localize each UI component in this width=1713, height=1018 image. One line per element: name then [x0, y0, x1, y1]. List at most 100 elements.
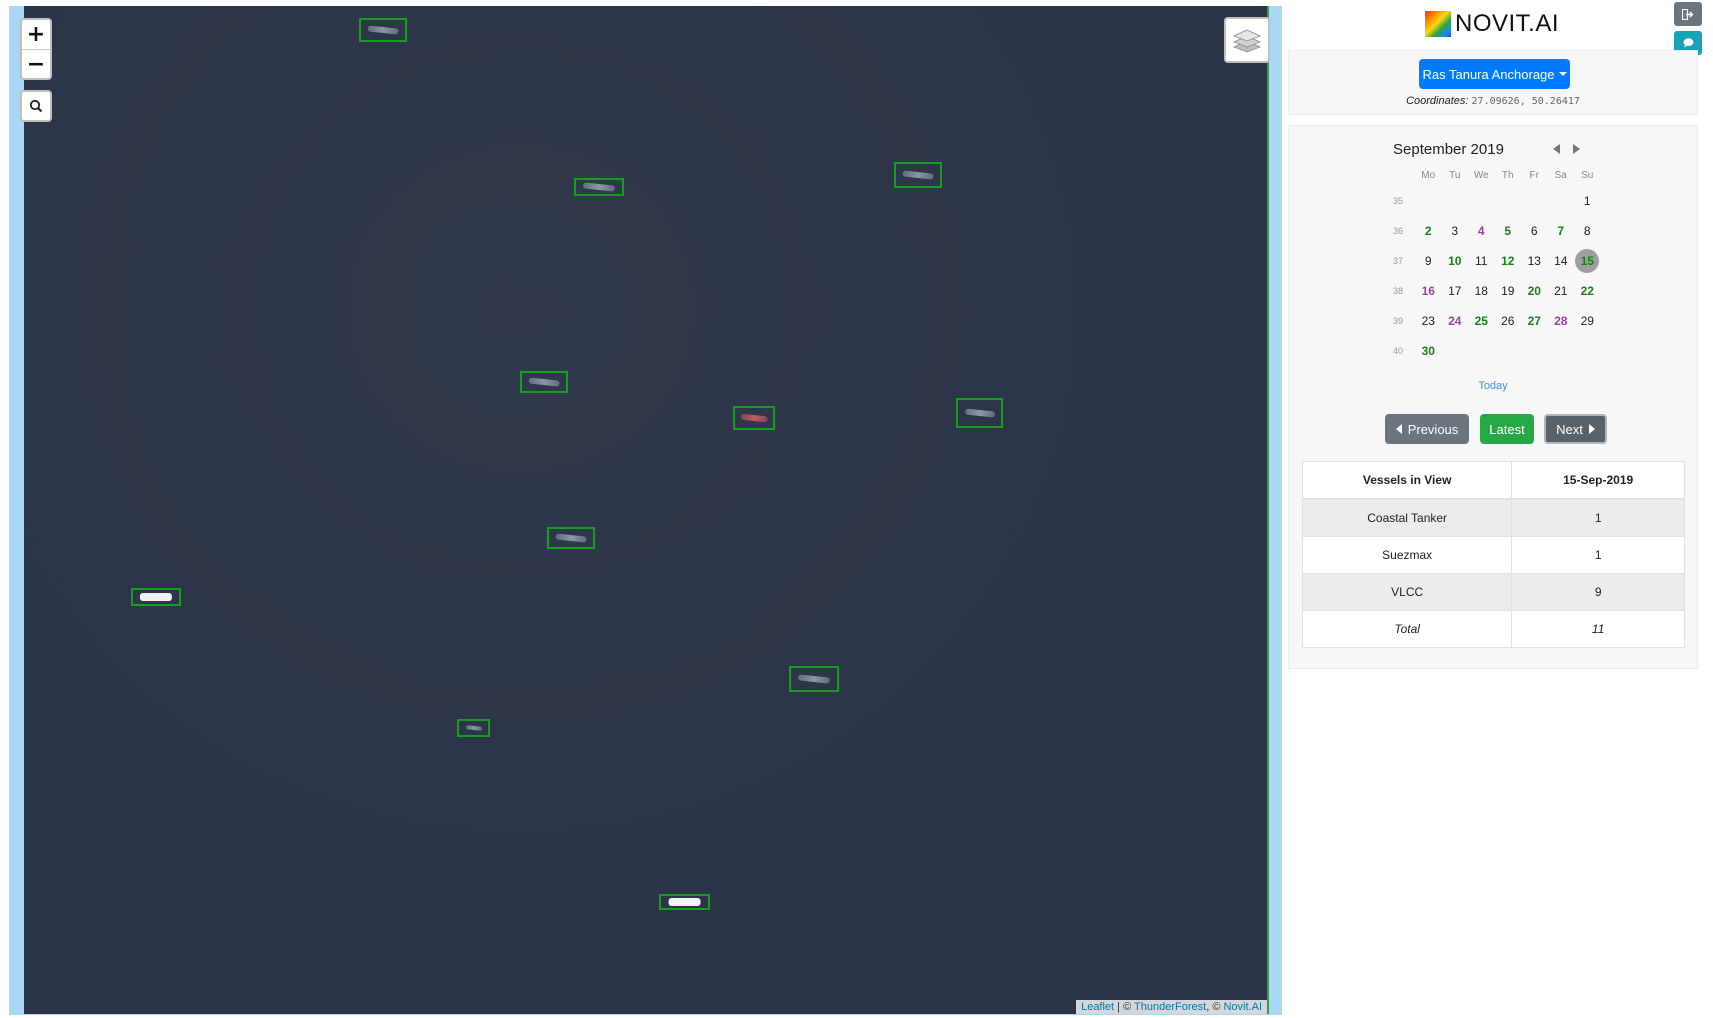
- calendar-day[interactable]: 14: [1548, 254, 1575, 268]
- week-number: 39: [1393, 316, 1404, 326]
- calendar-day[interactable]: 24: [1442, 314, 1469, 328]
- vessel-icon: [797, 674, 831, 684]
- total-value-cell: 11: [1511, 610, 1685, 648]
- vessel-icon: [139, 593, 173, 601]
- map-attribution: Leaflet | © ThunderForest, © Novit.AI: [1076, 1000, 1267, 1014]
- calendar-day[interactable]: 4: [1468, 224, 1495, 238]
- calendar-day[interactable]: 26: [1495, 314, 1522, 328]
- calendar-day[interactable]: 15: [1574, 249, 1601, 273]
- caret-left-icon: [1395, 424, 1402, 434]
- calendar-day[interactable]: 12: [1495, 254, 1522, 268]
- calendar-day[interactable]: 21: [1548, 284, 1575, 298]
- latest-button[interactable]: Latest: [1480, 414, 1534, 444]
- zoom-control: + −: [20, 18, 52, 80]
- date-card: September 2019 Mo Tu We Th Fr Sa Su 35 1 36 2 3 4 5 6 7…: [1288, 125, 1698, 669]
- calendar-day[interactable]: 6: [1521, 224, 1548, 238]
- week-number: 36: [1393, 226, 1404, 236]
- calendar-day[interactable]: 7: [1548, 224, 1575, 238]
- weekday-label: Mo: [1421, 169, 1436, 181]
- vessel-detection-box[interactable]: [359, 18, 407, 42]
- calendar-day[interactable]: 20: [1521, 284, 1548, 298]
- vessel-detection-box[interactable]: [520, 371, 568, 393]
- calendar-day[interactable]: 19: [1495, 284, 1522, 298]
- vessels-table: Vessels in View 15-Sep-2019 Coastal Tank…: [1301, 461, 1685, 648]
- vessel-detection-box[interactable]: [574, 178, 624, 196]
- thunderforest-link[interactable]: ThunderForest: [1134, 1001, 1206, 1013]
- week-number: 38: [1393, 286, 1404, 296]
- layers-control-button[interactable]: [1224, 17, 1270, 63]
- calendar-day[interactable]: 29: [1574, 314, 1601, 328]
- vessel-count-cell: 9: [1511, 573, 1685, 611]
- calendar-day[interactable]: 13: [1521, 254, 1548, 268]
- vessel-detection-box[interactable]: [659, 894, 710, 910]
- calendar-day[interactable]: 27: [1521, 314, 1548, 328]
- vessel-icon: [668, 898, 701, 906]
- location-dropdown[interactable]: Ras Tanura Anchorage: [1419, 59, 1570, 89]
- calendar-day[interactable]: 10: [1442, 254, 1469, 268]
- date-header: 15-Sep-2019: [1511, 461, 1685, 500]
- weekday-label: Tu: [1449, 169, 1461, 181]
- vessel-type-cell: VLCC: [1301, 573, 1513, 611]
- vessel-icon: [964, 408, 995, 418]
- calendar-next-month-icon[interactable]: [1573, 144, 1580, 154]
- calendar-weekday-row: Mo Tu We Th Fr Sa Su: [1393, 164, 1601, 186]
- vessels-table-body: Coastal Tanker 1 Suezmax 1 VLCC 9 Total 11: [1301, 498, 1685, 648]
- calendar-day[interactable]: 22: [1574, 284, 1601, 298]
- next-label: Next: [1556, 421, 1583, 437]
- leaflet-link[interactable]: Leaflet: [1081, 1001, 1114, 1013]
- calendar-day[interactable]: 5: [1495, 224, 1522, 238]
- coordinates-value: 27.09626, 50.26417: [1471, 96, 1580, 107]
- vessel-detection-box[interactable]: [131, 588, 181, 606]
- calendar-week-row: 38 16 17 18 19 20 21 22: [1393, 276, 1601, 306]
- calendar-day[interactable]: 2: [1415, 224, 1442, 238]
- calendar-day[interactable]: 23: [1415, 314, 1442, 328]
- table-row: VLCC 9: [1301, 573, 1685, 611]
- vessel-icon: [528, 377, 560, 387]
- calendar-day[interactable]: 18: [1468, 284, 1495, 298]
- latest-label: Latest: [1489, 421, 1525, 437]
- novit-link[interactable]: Novit.AI: [1223, 1001, 1262, 1013]
- vessel-detection-box[interactable]: [733, 406, 775, 430]
- calendar-week-row: 37 9 10 11 12 13 14 15: [1393, 246, 1601, 276]
- layers-icon: [1233, 29, 1261, 53]
- calendar-day[interactable]: 8: [1574, 224, 1601, 238]
- previous-button[interactable]: Previous: [1385, 414, 1469, 444]
- calendar-day[interactable]: 3: [1442, 224, 1469, 238]
- vessels-header: Vessels in View: [1301, 461, 1513, 500]
- calendar-day[interactable]: 1: [1574, 194, 1601, 208]
- calendar-day[interactable]: 30: [1415, 344, 1442, 358]
- map-search-button[interactable]: [20, 90, 52, 122]
- vessel-icon: [902, 170, 934, 180]
- zoom-in-button[interactable]: +: [22, 20, 50, 50]
- calendar-day[interactable]: 9: [1415, 254, 1442, 268]
- table-row: Coastal Tanker 1: [1301, 498, 1685, 537]
- table-row: Suezmax 1: [1301, 536, 1685, 574]
- caret-down-icon: [1558, 72, 1567, 76]
- weekday-label: Fr: [1529, 169, 1539, 181]
- vessel-detection-box[interactable]: [789, 666, 839, 692]
- vessel-detection-box[interactable]: [894, 162, 942, 188]
- next-button[interactable]: Next: [1544, 414, 1607, 444]
- vessel-detection-box[interactable]: [457, 719, 490, 737]
- coordinates: Coordinates: 27.09626, 50.26417: [1289, 95, 1697, 107]
- calendar-grid: Mo Tu We Th Fr Sa Su 35 1 36 2 3 4 5 6 7 8 37 9 10 11 12 13 14 1…: [1393, 164, 1601, 366]
- previous-label: Previous: [1407, 421, 1459, 437]
- zoom-out-button[interactable]: −: [22, 50, 50, 78]
- vessel-detection-box[interactable]: [956, 398, 1003, 428]
- calendar-prev-month-icon[interactable]: [1553, 144, 1560, 154]
- week-number: 35: [1393, 196, 1404, 206]
- calendar-week-row: 40 30: [1393, 336, 1601, 366]
- vessel-icon: [465, 725, 482, 731]
- weekday-label: Sa: [1554, 169, 1567, 181]
- vessel-detection-box[interactable]: [547, 527, 595, 549]
- satellite-map[interactable]: Leaflet | © ThunderForest, © Novit.AI: [24, 6, 1269, 1014]
- calendar-week-row: 35 1: [1393, 186, 1601, 216]
- calendar-day-selected[interactable]: 15: [1575, 249, 1600, 273]
- calendar-day[interactable]: 25: [1468, 314, 1495, 328]
- calendar-day[interactable]: 16: [1415, 284, 1442, 298]
- calendar-day[interactable]: 28: [1548, 314, 1575, 328]
- calendar-day[interactable]: 11: [1468, 254, 1495, 268]
- attribution-separator: | ©: [1114, 1001, 1135, 1013]
- today-link[interactable]: Today: [1289, 380, 1697, 392]
- calendar-day[interactable]: 17: [1442, 284, 1469, 298]
